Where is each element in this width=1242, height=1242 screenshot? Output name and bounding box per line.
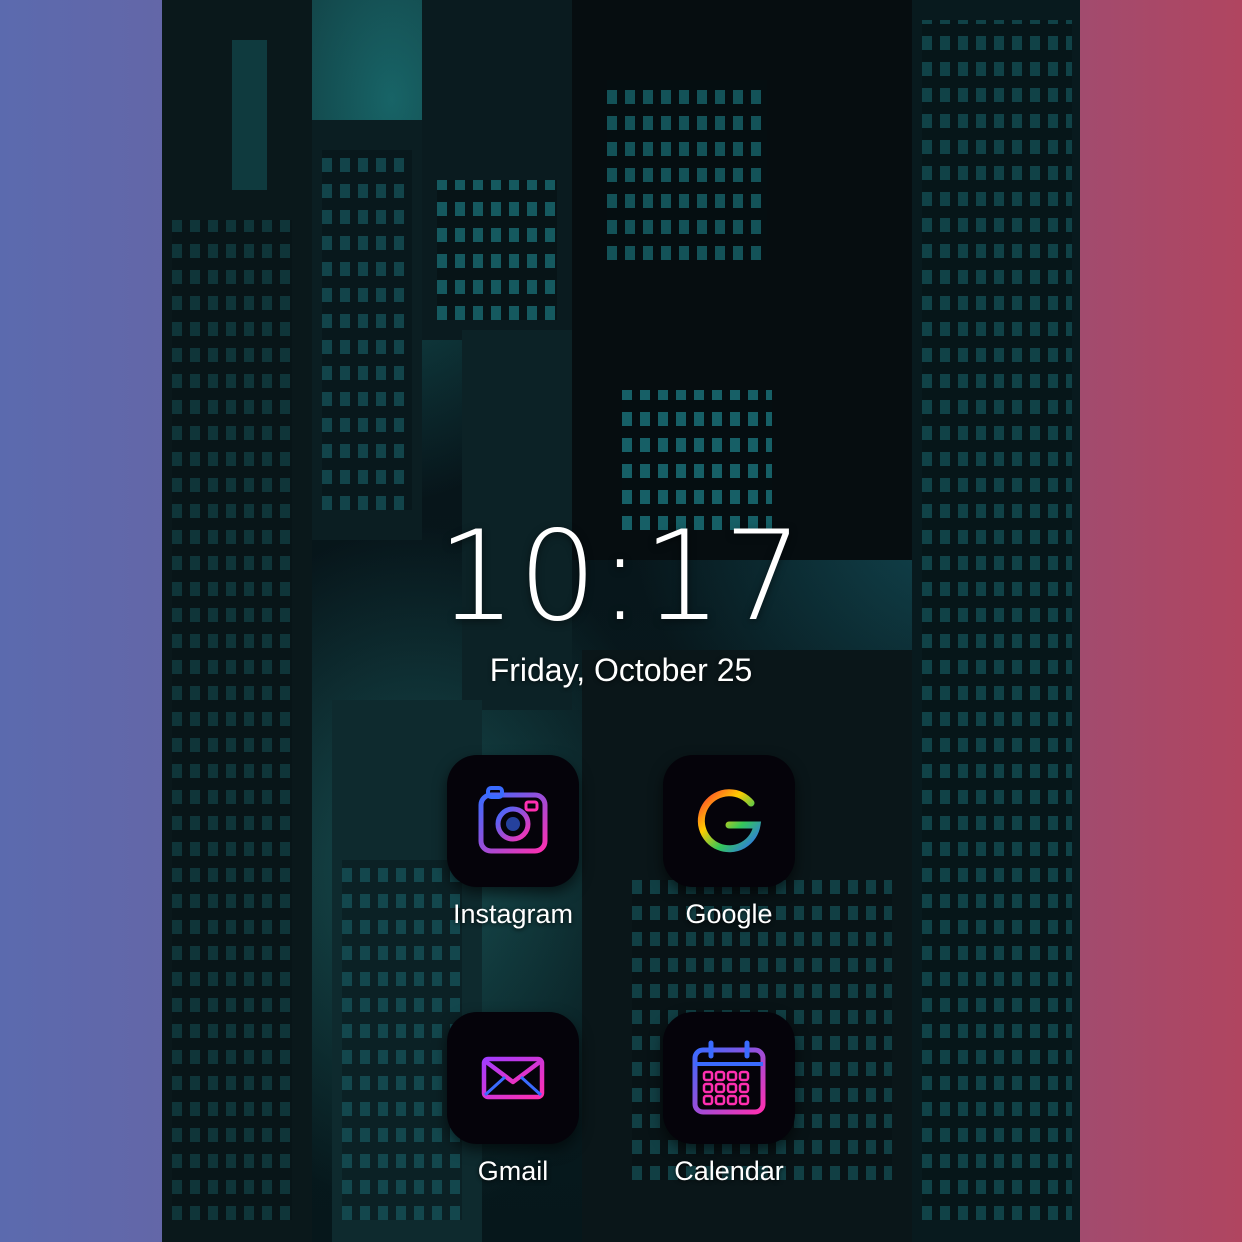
app-label: Google (685, 899, 773, 929)
instagram-camera-icon (478, 786, 548, 854)
lockscreen-date: Friday, October 25 (489, 652, 753, 688)
app-label: Calendar (674, 1156, 784, 1186)
calendar-icon (692, 1040, 766, 1115)
app-google[interactable]: Google (644, 755, 814, 975)
phone-home-screen: 10:17 Friday, October 25 Instagram Googl… (162, 0, 1080, 1242)
instagram-app-tile[interactable] (447, 755, 579, 887)
app-label: Gmail (477, 1156, 549, 1186)
lockscreen-clock: 10:17 (437, 505, 805, 649)
app-gmail[interactable]: Gmail (428, 1012, 598, 1232)
app-label: Instagram (452, 899, 574, 929)
google-app-tile[interactable] (663, 755, 795, 887)
app-instagram[interactable]: Instagram (428, 755, 598, 975)
app-calendar[interactable]: Calendar (644, 1012, 814, 1232)
calendar-app-tile[interactable] (663, 1012, 795, 1144)
mail-envelope-icon (481, 1056, 545, 1100)
gmail-app-tile[interactable] (447, 1012, 579, 1144)
google-g-icon (697, 789, 762, 853)
